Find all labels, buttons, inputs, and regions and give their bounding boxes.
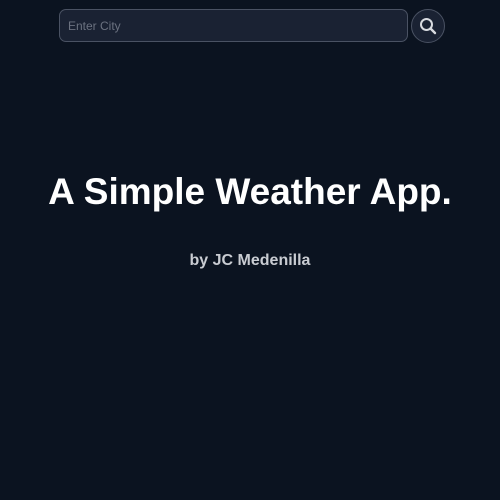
author-credit: by JC Medenilla (189, 252, 311, 269)
app-title: A Simple Weather App. (48, 171, 452, 212)
app-container: A Simple Weather App. by JC Medenilla (0, 0, 500, 500)
search-button[interactable] (411, 8, 445, 43)
city-search-input[interactable] (59, 9, 408, 42)
search-bar (59, 8, 445, 43)
search-icon (419, 17, 437, 35)
